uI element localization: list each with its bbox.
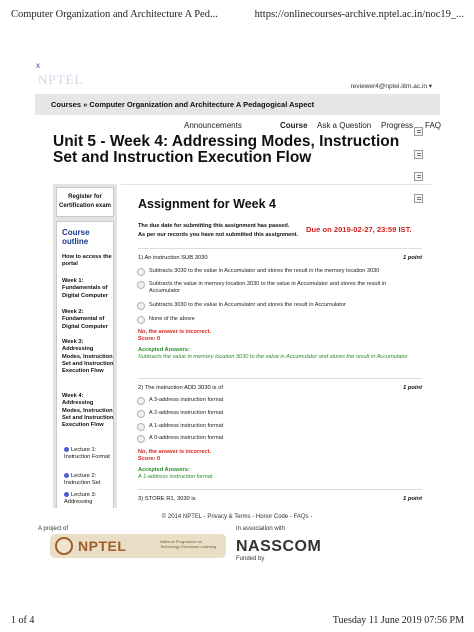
accepted-answer: A 1-address instruction format <box>138 473 213 480</box>
funded-by-label: Funded by <box>236 556 265 562</box>
nptel-logo-subtitle: National Programme on Technology Enhance… <box>160 539 217 549</box>
assignment-title: Assignment for Week 4 <box>138 197 277 211</box>
nptel-logo[interactable]: NPTEL National Programme on Technology E… <box>50 534 226 558</box>
document-icon[interactable] <box>414 172 423 181</box>
question-points: 1 point <box>403 255 422 261</box>
option-label: A 3-address instruction format <box>149 397 224 403</box>
question-text: 1) An instruction SUB 3030 <box>138 255 208 261</box>
sidebar: Register for Certification exam Course o… <box>53 184 117 508</box>
tab-announcements[interactable]: Announcements <box>184 121 242 130</box>
answer-option[interactable]: A 0-address instruction format <box>137 435 409 443</box>
answer-option[interactable]: Subtracts the value in memory location 3… <box>137 281 409 295</box>
sidebar-lecture-2[interactable]: Lecture 2: Instruction Set <box>64 473 116 488</box>
sidebar-item-week-1[interactable]: Week 1: Fundamentals of Digital Computer <box>62 278 114 300</box>
sidebar-lecture-3[interactable]: Lecture 3: Addressing <box>64 492 116 507</box>
document-icon[interactable] <box>414 150 423 159</box>
lecture-status-icon <box>64 447 69 452</box>
question-points: 1 point <box>403 496 422 502</box>
accepted-label: Accepted Answers: <box>138 346 190 353</box>
option-label: A 2-address instruction format <box>149 410 224 416</box>
score: Score: 0 <box>138 336 161 343</box>
nasscom-logo[interactable]: NASSCOM <box>236 538 321 556</box>
assignment-panel: Assignment for Week 4 The due date for s… <box>121 184 431 508</box>
score: Score: 0 <box>138 456 161 463</box>
question-header: 2) The instruction ADD 3030 is of 1 poin… <box>138 378 422 392</box>
course-outline: Course outline How to access the portal … <box>56 221 114 508</box>
print-page-number: 1 of 4 <box>11 615 35 626</box>
page-title: Unit 5 - Week 4: Addressing Modes, Instr… <box>53 133 400 166</box>
option-label: A 1-address instruction format <box>149 423 224 429</box>
lecture-label: Lecture 1: Instruction Format <box>64 447 110 461</box>
radio-button[interactable] <box>137 316 145 324</box>
print-date: Tuesday 11 June 2019 07:56 PM <box>332 615 464 626</box>
feedback-block: No, the answer is incorrect. Score: 0 Ac… <box>138 449 422 481</box>
accepted-answer: Subtracts the value in memory location 3… <box>138 353 408 360</box>
not-submitted-text: As per our records you have not submitte… <box>138 232 299 238</box>
due-note: The due date for submitting this assignm… <box>138 222 308 240</box>
tab-ask-question[interactable]: Ask a Question <box>317 121 371 130</box>
lecture-status-icon <box>64 473 69 478</box>
radio-button[interactable] <box>137 302 145 310</box>
answer-option[interactable]: A 2-address instruction format <box>137 410 409 418</box>
question-header: 1) An instruction SUB 3030 1 point <box>138 248 422 262</box>
sidebar-lecture-1[interactable]: Lecture 1: Instruction Format <box>64 447 116 462</box>
question-text: 3) STORE R1, 3030 is <box>138 496 196 502</box>
question-header: 3) STORE R1, 3030 is 1 point <box>138 489 422 503</box>
copyright-links[interactable]: © 2014 NPTEL - Privacy & Terms - Honor C… <box>0 514 474 520</box>
accepted-label: Accepted Answers: <box>138 466 190 473</box>
breadcrumb-bar: Courses » Computer Organization and Arch… <box>35 94 440 115</box>
option-label: None of the above <box>149 316 195 322</box>
answer-option[interactable]: A 3-address instruction format <box>137 397 409 405</box>
incorrect-message: No, the answer is incorrect. <box>138 329 212 335</box>
breadcrumb[interactable]: Courses » Computer Organization and Arch… <box>51 100 314 109</box>
option-label: Subtracts the value in memory location 3… <box>149 281 387 294</box>
answer-option[interactable]: A 1-address instruction format <box>137 423 409 431</box>
question-points: 1 point <box>403 385 422 391</box>
close-icon[interactable]: x <box>36 61 40 70</box>
radio-button[interactable] <box>137 268 145 276</box>
tab-progress[interactable]: Progress <box>381 121 413 130</box>
radio-button[interactable] <box>137 435 145 443</box>
user-menu[interactable]: reviewer4@nptel.iitm.ac.in ▾ <box>351 82 432 90</box>
tab-faq[interactable]: FAQ <box>425 121 441 130</box>
option-label: A 0-address instruction format <box>149 435 224 441</box>
option-label: Subtracts 3030 to the value in Accumulat… <box>149 268 380 274</box>
nptel-emblem-icon <box>55 537 73 555</box>
register-certification-button[interactable]: Register for Certification exam <box>56 187 114 217</box>
association-label: In association with <box>236 526 286 532</box>
tab-course[interactable]: Course <box>280 121 308 130</box>
radio-button[interactable] <box>137 281 145 289</box>
due-date: Due on 2019-02-27, 23:59 IST. <box>306 225 412 234</box>
answer-option[interactable]: Subtracts 3030 to the value in Accumulat… <box>137 268 409 276</box>
nptel-logo-text: NPTEL <box>78 538 127 554</box>
answer-option[interactable]: None of the above <box>137 316 409 324</box>
document-icon[interactable] <box>414 127 423 136</box>
sidebar-item-week-2[interactable]: Week 2: Fundamental of Digital Computer <box>62 309 114 331</box>
question-text: 2) The instruction ADD 3030 is of <box>138 385 223 391</box>
course-outline-title: Course outline <box>62 228 90 246</box>
lecture-status-icon <box>64 492 69 497</box>
answer-option[interactable]: Subtracts 3030 to the value in Accumulat… <box>137 302 409 310</box>
sidebar-item-week-4[interactable]: Week 4: Addressing Modes, Instruction Se… <box>62 393 114 429</box>
radio-button[interactable] <box>137 410 145 418</box>
nptel-header-logo[interactable]: NPTEL <box>38 72 83 88</box>
sidebar-item-access-portal[interactable]: How to access the portal <box>62 254 114 269</box>
incorrect-message: No, the answer is incorrect. <box>138 449 212 455</box>
radio-button[interactable] <box>137 423 145 431</box>
print-header: Computer Organization and Architecture A… <box>0 0 474 28</box>
lecture-label: Lecture 2: Instruction Set <box>64 473 101 487</box>
print-footer: 1 of 4 Tuesday 11 June 2019 07:56 PM <box>0 612 474 630</box>
sidebar-item-week-3[interactable]: Week 3: Addressing Modes, Instruction Se… <box>62 339 114 375</box>
print-header-url: https://onlinecourses-archive.nptel.ac.i… <box>254 9 464 20</box>
feedback-block: No, the answer is incorrect. Score: 0 Ac… <box>138 329 422 361</box>
project-of-label: A project of <box>38 526 69 532</box>
radio-button[interactable] <box>137 397 145 405</box>
print-header-title: Computer Organization and Architecture A… <box>11 9 218 20</box>
option-label: Subtracts 3030 to the value in Accumulat… <box>149 302 346 308</box>
due-passed-text: The due date for submitting this assignm… <box>138 223 290 229</box>
